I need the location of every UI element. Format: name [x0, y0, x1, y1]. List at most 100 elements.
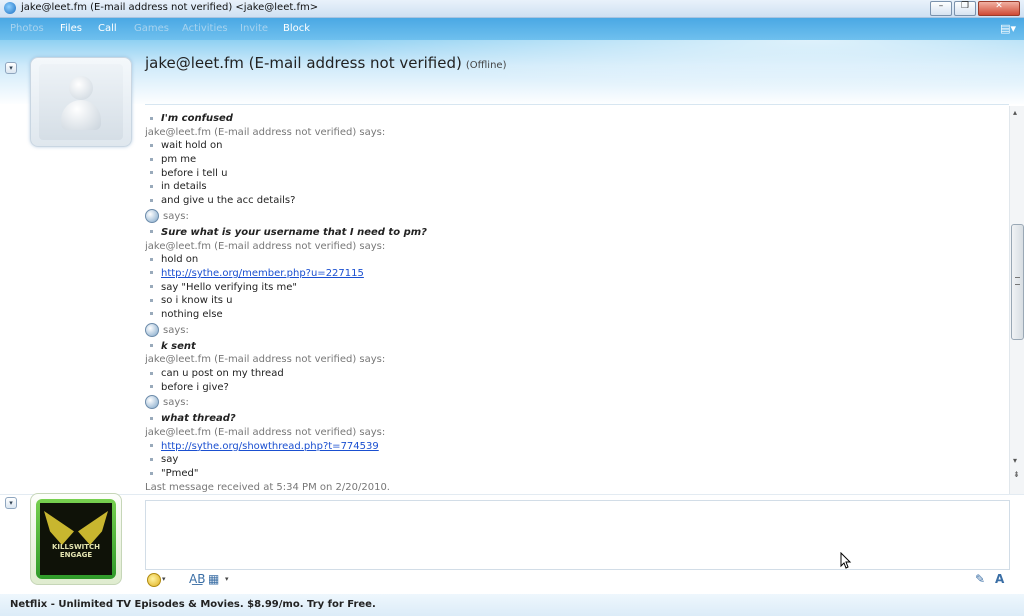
bullet-icon — [150, 457, 153, 461]
bullet-icon — [150, 385, 153, 389]
album-text: KILLSWITCH ENGAGE — [51, 543, 101, 559]
contact-avatar[interactable] — [30, 57, 132, 147]
scroll-bottom-icon[interactable]: ⇟ — [1013, 470, 1020, 479]
sender-label: jake@leet.fm (E-mail address not verifie… — [145, 126, 386, 138]
input-divider — [0, 494, 1024, 495]
avatar-head — [69, 76, 93, 100]
contact-title: jake@leet.fm (E-mail address not verifie… — [145, 54, 506, 72]
my-avatar-border: KILLSWITCH ENGAGE — [36, 499, 116, 579]
album-art-image: KILLSWITCH ENGAGE — [40, 503, 112, 575]
minimize-button[interactable]: – — [930, 1, 952, 16]
bullet-icon — [150, 471, 153, 475]
nudge-icon[interactable]: ▦ — [208, 572, 219, 586]
bullet-icon — [150, 157, 153, 161]
grip-icon — [1015, 277, 1020, 285]
conversation-scrollbar[interactable]: ▴ ▾ ⇟ — [1009, 106, 1024, 494]
message-text: so i know its u — [161, 295, 233, 307]
spell-check-icon[interactable]: A͟B — [189, 572, 205, 586]
message-line: in details — [145, 180, 1005, 194]
emoticon-icon[interactable] — [147, 573, 161, 587]
message-text: "Pmed" — [161, 468, 199, 480]
message-link[interactable]: http://sythe.org/showthread.php?t=774539 — [161, 441, 379, 452]
maximize-button[interactable]: ❐ — [954, 1, 976, 16]
options-menu-icon[interactable]: ▤▾ — [1000, 22, 1016, 35]
message-line: say — [145, 453, 1005, 467]
my-message-text: what thread? — [161, 413, 236, 425]
maximize-icon: ❐ — [960, 1, 970, 11]
my-message-text: k sent — [161, 340, 196, 352]
menu-block[interactable]: Block — [283, 23, 310, 34]
my-sender-label: says: — [145, 322, 1005, 340]
menu-games[interactable]: Games — [134, 23, 169, 34]
messenger-icon — [4, 2, 16, 14]
emoticon-dropdown-icon[interactable]: ▾ — [162, 575, 166, 583]
bullet-icon — [150, 371, 153, 375]
nudge-dropdown-icon[interactable]: ▾ — [225, 575, 229, 583]
message-line: so i know its u — [145, 294, 1005, 308]
message-link[interactable]: http://sythe.org/member.php?u=227115 — [161, 268, 364, 279]
message-line: Sure what is your username that I need t… — [145, 226, 1005, 240]
bullet-icon — [150, 416, 153, 420]
message-line: k sent — [145, 340, 1005, 354]
sender-label: jake@leet.fm (E-mail address not verifie… — [145, 354, 386, 366]
message-text: before i tell u — [161, 167, 228, 179]
bullet-icon — [150, 171, 153, 175]
sender-label: jake@leet.fm (E-mail address not verifie… — [145, 427, 386, 439]
message-input[interactable] — [145, 500, 1010, 570]
message-line: http://sythe.org/member.php?u=227115 — [145, 267, 1005, 281]
bullet-icon — [150, 116, 153, 120]
my-status-icon — [145, 208, 159, 223]
bullet-icon — [150, 271, 153, 275]
ad-text[interactable]: Netflix - Unlimited TV Episodes & Movies… — [10, 599, 376, 610]
title-bar: jake@leet.fm (E-mail address not verifie… — [0, 0, 1024, 18]
my-message-text: Sure what is your username that I need t… — [161, 226, 427, 238]
bullet-icon — [150, 198, 153, 202]
minimize-icon: – — [938, 1, 944, 11]
bullet-icon — [150, 184, 153, 188]
message-line: wait hold on — [145, 139, 1005, 153]
menu-photos[interactable]: Photos — [10, 23, 44, 34]
message-line: "Pmed" — [145, 467, 1005, 481]
message-text: hold on — [161, 254, 199, 266]
my-avatar[interactable]: KILLSWITCH ENGAGE — [30, 493, 122, 585]
window-title: jake@leet.fm (E-mail address not verifie… — [21, 2, 319, 13]
close-button[interactable]: ✕ — [978, 1, 1020, 16]
conversation-history: I'm confused jake@leet.fm (E-mail address… — [145, 112, 1005, 494]
message-line: can u post on my thread — [145, 367, 1005, 381]
message-line: pm me — [145, 153, 1005, 167]
avatar-body — [61, 100, 101, 130]
bullet-icon — [150, 143, 153, 147]
bullet-icon — [150, 444, 153, 448]
menu-call[interactable]: Call — [98, 23, 117, 34]
collapse-contact-button[interactable]: ▾ — [5, 62, 17, 74]
font-icon[interactable]: A — [995, 572, 1004, 586]
message-line: and give u the acc details? — [145, 194, 1005, 208]
message-line: what thread? — [145, 412, 1005, 426]
scroll-down-icon[interactable]: ▾ — [1013, 456, 1017, 465]
message-line: nothing else — [145, 308, 1005, 322]
message-text: say — [161, 454, 179, 466]
menu-activities[interactable]: Activities — [182, 23, 228, 34]
my-status-icon — [145, 322, 159, 337]
message-line: http://sythe.org/showthread.php?t=774539 — [145, 440, 1005, 454]
input-toolbar: ▾ A͟B ▦ ▾ ✎ A — [145, 570, 1015, 588]
message-text: pm me — [161, 154, 197, 166]
menu-invite[interactable]: Invite — [240, 23, 268, 34]
scroll-thumb[interactable] — [1011, 224, 1024, 340]
menu-files[interactable]: Files — [60, 23, 82, 34]
handwriting-icon[interactable]: ✎ — [975, 572, 985, 586]
window-controls: – ❐ ✕ — [930, 1, 1020, 16]
wing-left — [44, 511, 74, 545]
collapse-my-avatar-button[interactable]: ▾ — [5, 497, 17, 509]
bullet-icon — [150, 230, 153, 234]
message-line: say "Hello verifying its me" — [145, 281, 1005, 295]
close-icon: ✕ — [995, 1, 1003, 11]
scroll-up-icon[interactable]: ▴ — [1013, 108, 1017, 117]
message-line: I'm confused — [145, 112, 1005, 126]
bullet-icon — [150, 257, 153, 261]
message-line: before i tell u — [145, 167, 1005, 181]
message-text: and give u the acc details? — [161, 195, 296, 207]
ad-bar[interactable]: Netflix - Unlimited TV Episodes & Movies… — [0, 594, 1024, 616]
message-line: hold on — [145, 253, 1005, 267]
my-sender-label: says: — [145, 208, 1005, 226]
